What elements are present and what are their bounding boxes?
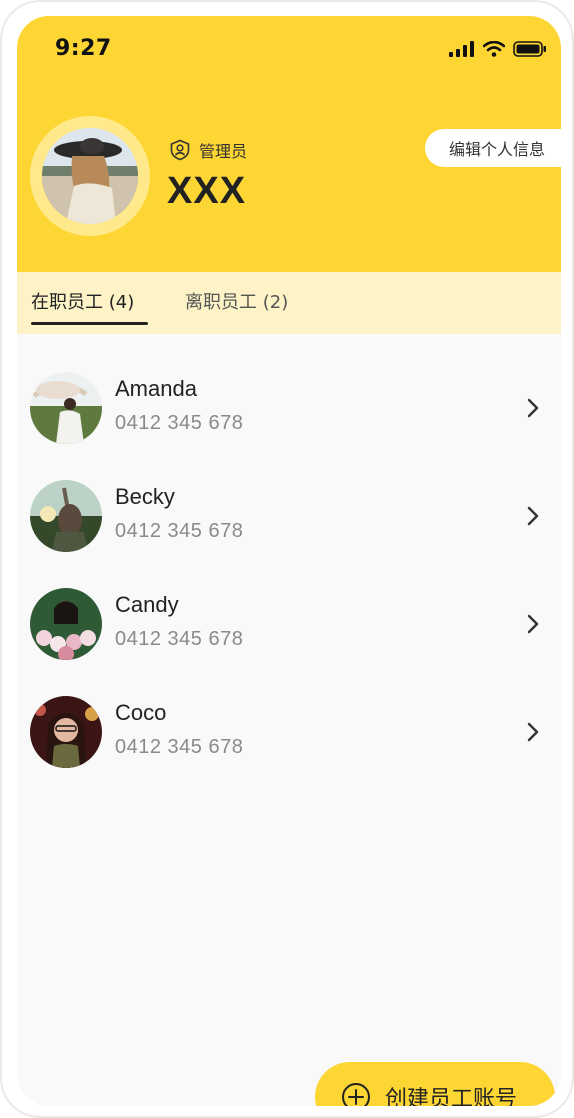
create-employee-label: 创建员工账号 <box>385 1087 518 1106</box>
employee-phone: 0412 345 678 <box>115 628 244 650</box>
chevron-right-icon[interactable] <box>525 396 541 420</box>
avatar <box>30 696 102 768</box>
employee-tabs: 在职员工 (4) 离职员工 (2) <box>17 272 561 334</box>
employee-phone: 0412 345 678 <box>115 736 244 758</box>
avatar <box>30 480 102 552</box>
employee-name: Coco <box>115 700 167 725</box>
edit-profile-button[interactable]: 编辑个人信息 <box>425 129 561 167</box>
employee-row-becky[interactable]: Becky 0412 345 678 <box>17 474 561 582</box>
employee-row-candy[interactable]: Candy 0412 345 678 <box>17 582 561 690</box>
chevron-right-icon[interactable] <box>525 720 541 744</box>
employee-phone: 0412 345 678 <box>115 412 244 434</box>
plus-circle-icon <box>342 1083 370 1106</box>
chevron-right-icon[interactable] <box>525 612 541 636</box>
tab-former-employees[interactable]: 离职员工 (2) <box>185 288 288 314</box>
status-icons <box>449 40 547 58</box>
avatar <box>30 588 102 660</box>
employee-name: Amanda <box>115 376 197 401</box>
phone-frame: 9:27 管理员 XXX 编辑个人信息 在职员工 (4) 离职员工 (2) Am… <box>0 0 574 1118</box>
coco-photo-icon <box>30 696 102 768</box>
tab-active-employees[interactable]: 在职员工 (4) <box>31 288 134 314</box>
role-label: 管理员 <box>199 142 248 161</box>
status-time: 9:27 <box>55 36 112 61</box>
profile-avatar[interactable] <box>42 128 138 224</box>
chevron-right-icon[interactable] <box>525 504 541 528</box>
employee-row-amanda[interactable]: Amanda 0412 345 678 <box>17 366 561 474</box>
employee-name: Candy <box>115 592 179 617</box>
employee-row-coco[interactable]: Coco 0412 345 678 <box>17 690 561 798</box>
wifi-icon <box>483 41 505 57</box>
status-bar: 9:27 <box>17 16 561 80</box>
profile-photo-icon <box>42 128 138 224</box>
candy-photo-icon <box>30 588 102 660</box>
role-row: 管理员 <box>169 138 247 162</box>
employee-name: Becky <box>115 484 175 509</box>
avatar <box>30 372 102 444</box>
profile-header: 9:27 管理员 XXX 编辑个人信息 <box>17 16 561 272</box>
amanda-photo-icon <box>30 372 102 444</box>
battery-icon <box>513 41 546 57</box>
becky-photo-icon <box>30 480 102 552</box>
admin-badge-icon <box>170 139 190 161</box>
employee-phone: 0412 345 678 <box>115 520 244 542</box>
profile-avatar-ring[interactable] <box>30 116 150 236</box>
tab-indicator <box>31 322 148 325</box>
employee-list: Amanda 0412 345 678 Becky 0412 345 678 C… <box>17 366 561 798</box>
user-name: XXX <box>167 170 247 212</box>
create-employee-button[interactable]: 创建员工账号 <box>315 1062 555 1106</box>
app-screen: 9:27 管理员 XXX 编辑个人信息 在职员工 (4) 离职员工 (2) Am… <box>17 16 561 1106</box>
signal-icon <box>449 41 474 57</box>
